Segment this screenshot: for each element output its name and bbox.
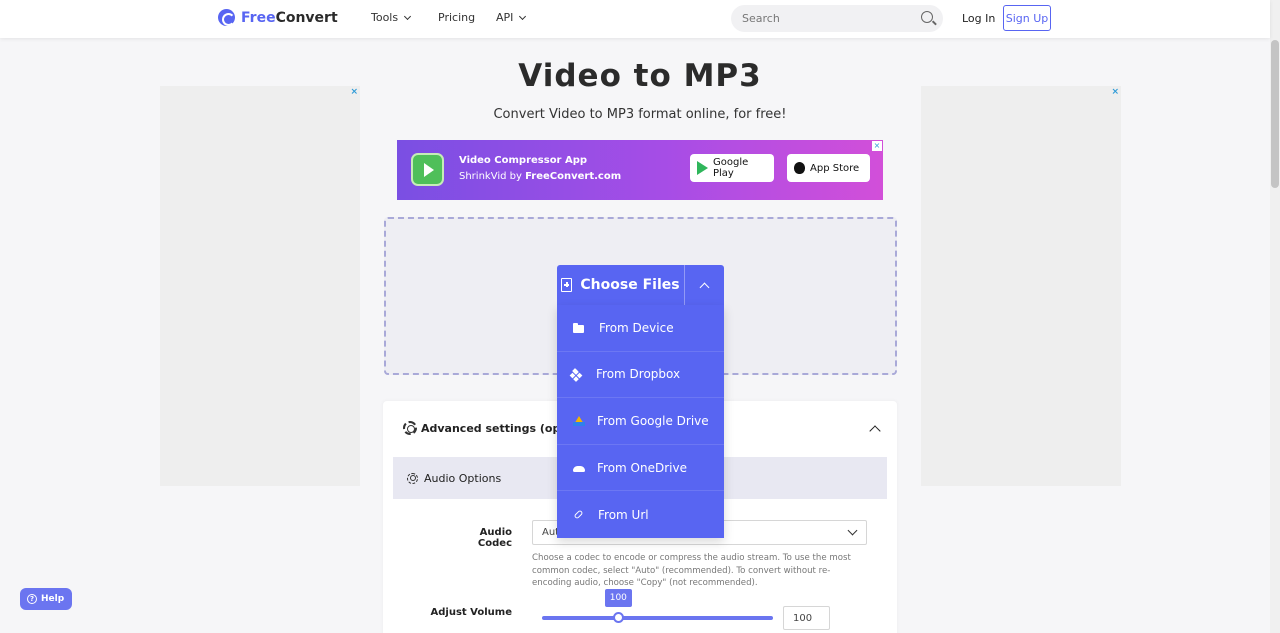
gear-icon	[407, 472, 418, 484]
menu-item-from-onedrive[interactable]: From OneDrive	[557, 445, 724, 492]
logo-text-suffix: Convert	[275, 9, 338, 26]
audio-codec-label: Audio Codec	[477, 527, 512, 549]
choose-files-main[interactable]: Choose Files	[557, 265, 684, 305]
upload-source-menu: From Device From Dropbox From Google Dri…	[557, 305, 724, 538]
page-subtitle: Convert Video to MP3 format online, for …	[493, 107, 787, 122]
right-ad[interactable]: ×	[921, 86, 1121, 486]
logo-text: FreeConvert	[241, 10, 338, 26]
nav-pricing[interactable]: Pricing	[438, 11, 475, 24]
logo[interactable]: FreeConvert	[218, 9, 338, 26]
volume-slider-thumb[interactable]	[612, 612, 624, 623]
page-scrollbar[interactable]	[1270, 0, 1280, 633]
chevron-down-icon	[519, 12, 527, 20]
menu-item-label: From Dropbox	[596, 367, 681, 382]
nav-tools-label: Tools	[371, 11, 399, 24]
audio-options-label: Audio Options	[424, 471, 502, 485]
app-icon	[411, 153, 444, 186]
link-icon	[573, 509, 584, 520]
logo-text-prefix: Free	[241, 9, 276, 26]
volume-slider[interactable]: 100	[542, 589, 773, 623]
google-play-button[interactable]: Google Play	[690, 154, 774, 182]
nav-api[interactable]: API	[496, 11, 527, 24]
audio-codec-help: Choose a codec to encode or compress the…	[532, 553, 851, 589]
google-drive-icon	[573, 415, 585, 426]
banner-subtitle: ShrinkVid by FreeConvert.com	[459, 171, 621, 182]
banner-subtitle-brand: FreeConvert.com	[525, 171, 622, 182]
apple-icon	[794, 162, 805, 174]
chevron-down-icon	[847, 525, 858, 536]
page-title: Video to MP3	[518, 58, 762, 94]
menu-item-label: From Url	[598, 507, 649, 522]
signup-button[interactable]: Sign Up	[1003, 5, 1051, 31]
google-play-label: Google Play	[713, 157, 749, 179]
chevron-down-icon	[404, 12, 412, 20]
login-link[interactable]: Log In	[962, 12, 995, 25]
search-box	[731, 5, 943, 32]
menu-item-label: From Google Drive	[597, 413, 709, 428]
onedrive-icon	[573, 466, 585, 473]
collapse-chevron-icon[interactable]	[869, 425, 881, 437]
app-store-label: App Store	[810, 162, 860, 174]
nav-tools[interactable]: Tools	[371, 11, 412, 24]
help-button[interactable]: ? Help	[20, 588, 72, 610]
search-input[interactable]	[731, 5, 901, 32]
menu-item-from-dropbox[interactable]: From Dropbox	[557, 352, 724, 399]
menu-item-label: From OneDrive	[597, 460, 687, 475]
nav-pricing-label: Pricing	[438, 11, 476, 24]
top-header: FreeConvert Tools Pricing API Log In Sig…	[0, 0, 1270, 38]
menu-item-from-google-drive[interactable]: From Google Drive	[557, 398, 724, 445]
menu-item-from-device[interactable]: From Device	[557, 305, 724, 352]
choose-files-label: Choose Files	[580, 277, 680, 293]
banner-subtitle-prefix: ShrinkVid by	[459, 171, 526, 182]
banner-title: Video Compressor App	[459, 155, 588, 166]
nav-api-label: API	[496, 11, 514, 24]
chevron-up-icon	[699, 282, 710, 292]
choose-files-toggle[interactable]	[684, 265, 724, 305]
app-store-button[interactable]: App Store	[787, 154, 870, 182]
dropbox-icon	[573, 369, 584, 380]
menu-item-from-url[interactable]: From Url	[557, 491, 724, 538]
logo-icon	[218, 9, 235, 26]
file-plus-icon	[561, 278, 573, 292]
adjust-volume-label: Adjust Volume	[430, 607, 512, 618]
choose-files-button[interactable]: Choose Files	[557, 265, 724, 305]
help-label: Help	[41, 594, 65, 604]
search-icon[interactable]	[921, 11, 933, 23]
volume-tooltip: 100	[604, 589, 632, 607]
gear-icon	[403, 421, 417, 435]
folder-icon	[573, 322, 584, 333]
google-play-icon	[697, 161, 708, 175]
menu-item-label: From Device	[599, 320, 674, 335]
question-icon: ?	[27, 594, 37, 604]
ad-close-icon[interactable]: ×	[872, 141, 882, 151]
left-ad[interactable]: ×	[160, 86, 360, 486]
volume-input[interactable]	[783, 606, 830, 630]
app-banner-ad[interactable]: Video Compressor App ShrinkVid by FreeCo…	[397, 140, 883, 200]
